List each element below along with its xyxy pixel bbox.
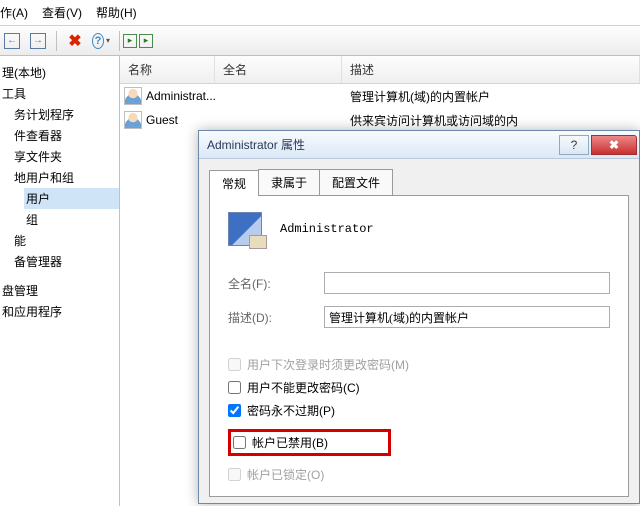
delete-button[interactable]: ✖ bbox=[65, 31, 85, 51]
menu-help[interactable]: 帮助(H) bbox=[96, 4, 137, 21]
help-button[interactable]: ? bbox=[559, 135, 589, 155]
tree-eventviewer[interactable]: 件查看器 bbox=[12, 125, 119, 146]
list-header: 名称 全名 描述 bbox=[120, 56, 640, 84]
tree-localusers[interactable]: 地用户和组 bbox=[12, 167, 119, 188]
tree-devmgr[interactable]: 备管理器 bbox=[12, 251, 119, 272]
col-name[interactable]: 名称 bbox=[120, 56, 215, 83]
cell-desc: 管理计算机(域)的内置帐户 bbox=[350, 88, 490, 105]
tree-users[interactable]: 用户 bbox=[24, 188, 119, 209]
tab-general[interactable]: 常规 bbox=[209, 170, 259, 196]
fullname-label: 全名(F): bbox=[228, 275, 324, 292]
cell-name: Administrat... bbox=[146, 89, 223, 103]
nav-back-button[interactable]: ← bbox=[2, 31, 22, 51]
highlight-box: 帐户已禁用(B) bbox=[228, 429, 391, 456]
cell-desc: 供来宾访问计算机或访问域的内 bbox=[350, 112, 518, 129]
chk-locked-box bbox=[228, 468, 241, 481]
tab-pane-general: Administrator 全名(F): 描述(D): 用户下次登录时须更改密码… bbox=[209, 195, 629, 497]
chk-neverexpire[interactable]: 密码永不过期(P) bbox=[228, 402, 610, 419]
nav-small[interactable]: ▸▸ bbox=[128, 31, 148, 51]
col-desc[interactable]: 描述 bbox=[342, 56, 640, 83]
user-icon bbox=[124, 111, 142, 129]
tree-performance[interactable]: 能 bbox=[12, 230, 119, 251]
chk-cannotchange[interactable]: 用户不能更改密码(C) bbox=[228, 379, 610, 396]
nav-fwd-button[interactable]: → bbox=[28, 31, 48, 51]
tree-tools[interactable]: 工具 bbox=[0, 83, 119, 104]
fullname-input[interactable] bbox=[324, 272, 610, 294]
tree-diskmgmt[interactable]: 盘管理 bbox=[0, 280, 119, 301]
tab-memberof[interactable]: 隶属于 bbox=[258, 169, 320, 195]
list-row[interactable]: Guest 供来宾访问计算机或访问域的内 bbox=[120, 108, 640, 132]
chk-mustchange-box bbox=[228, 358, 241, 371]
close-button[interactable]: ✖ bbox=[591, 135, 637, 155]
desc-input[interactable] bbox=[324, 306, 610, 328]
desc-label: 描述(D): bbox=[228, 309, 324, 326]
chk-cannotchange-box[interactable] bbox=[228, 381, 241, 394]
account-icon bbox=[228, 212, 262, 246]
chk-disabled[interactable]: 帐户已禁用(B) bbox=[233, 434, 328, 451]
list-row[interactable]: Administrat... 管理计算机(域)的内置帐户 bbox=[120, 84, 640, 108]
help-dropdown[interactable]: ?▾ bbox=[91, 31, 111, 51]
tab-row: 常规 隶属于 配置文件 bbox=[199, 159, 639, 195]
chk-neverexpire-box[interactable] bbox=[228, 404, 241, 417]
chk-disabled-box[interactable] bbox=[233, 436, 246, 449]
chk-mustchange: 用户下次登录时须更改密码(M) bbox=[228, 356, 610, 373]
tree-apps[interactable]: 和应用程序 bbox=[0, 301, 119, 322]
tree-root[interactable]: 理(本地) bbox=[0, 62, 119, 83]
chk-locked: 帐户已锁定(O) bbox=[228, 466, 610, 483]
menu-view[interactable]: 查看(V) bbox=[42, 4, 82, 21]
tree-scheduler[interactable]: 务计划程序 bbox=[12, 104, 119, 125]
menu-action[interactable]: 作(A) bbox=[0, 4, 28, 21]
menu-bar: 作(A) 查看(V) 帮助(H) bbox=[0, 0, 640, 26]
account-name: Administrator bbox=[280, 222, 374, 236]
tab-profile[interactable]: 配置文件 bbox=[319, 169, 393, 195]
properties-dialog: Administrator 属性 ? ✖ 常规 隶属于 配置文件 Adminis… bbox=[198, 130, 640, 504]
tree-sharedfolders[interactable]: 享文件夹 bbox=[12, 146, 119, 167]
dialog-titlebar[interactable]: Administrator 属性 ? ✖ bbox=[199, 131, 639, 159]
tree-groups[interactable]: 组 bbox=[24, 209, 119, 230]
user-icon bbox=[124, 87, 142, 105]
cell-name: Guest bbox=[146, 113, 223, 127]
dialog-title: Administrator 属性 bbox=[207, 136, 557, 153]
toolbar: ← → ✖ ?▾ ▸▸ bbox=[0, 26, 640, 56]
col-fullname[interactable]: 全名 bbox=[215, 56, 342, 83]
nav-tree[interactable]: 理(本地) 工具 务计划程序 件查看器 享文件夹 地用户和组 用户 组 能 备管… bbox=[0, 56, 120, 506]
